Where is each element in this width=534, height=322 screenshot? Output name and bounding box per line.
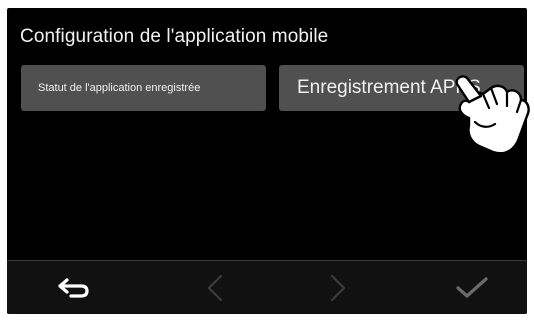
chevron-right-icon xyxy=(330,274,346,301)
back-button[interactable] xyxy=(9,261,139,314)
app-status-button[interactable]: Statut de l'application enregistrée xyxy=(21,65,266,111)
pointing-hand-icon xyxy=(455,75,530,155)
checkmark-icon xyxy=(456,276,488,298)
page-title: Configuration de l'application mobile xyxy=(20,26,329,47)
bottom-nav-bar xyxy=(7,261,527,314)
previous-button[interactable] xyxy=(150,261,280,314)
next-button[interactable] xyxy=(273,261,403,314)
device-screen: Configuration de l'application mobile St… xyxy=(7,8,527,314)
back-arrow-icon xyxy=(58,277,89,298)
chevron-left-icon xyxy=(207,274,223,301)
confirm-button[interactable] xyxy=(407,261,527,314)
apps-registration-button-label: Enregistrement APPS xyxy=(297,77,481,98)
app-status-button-label: Statut de l'application enregistrée xyxy=(38,82,201,94)
